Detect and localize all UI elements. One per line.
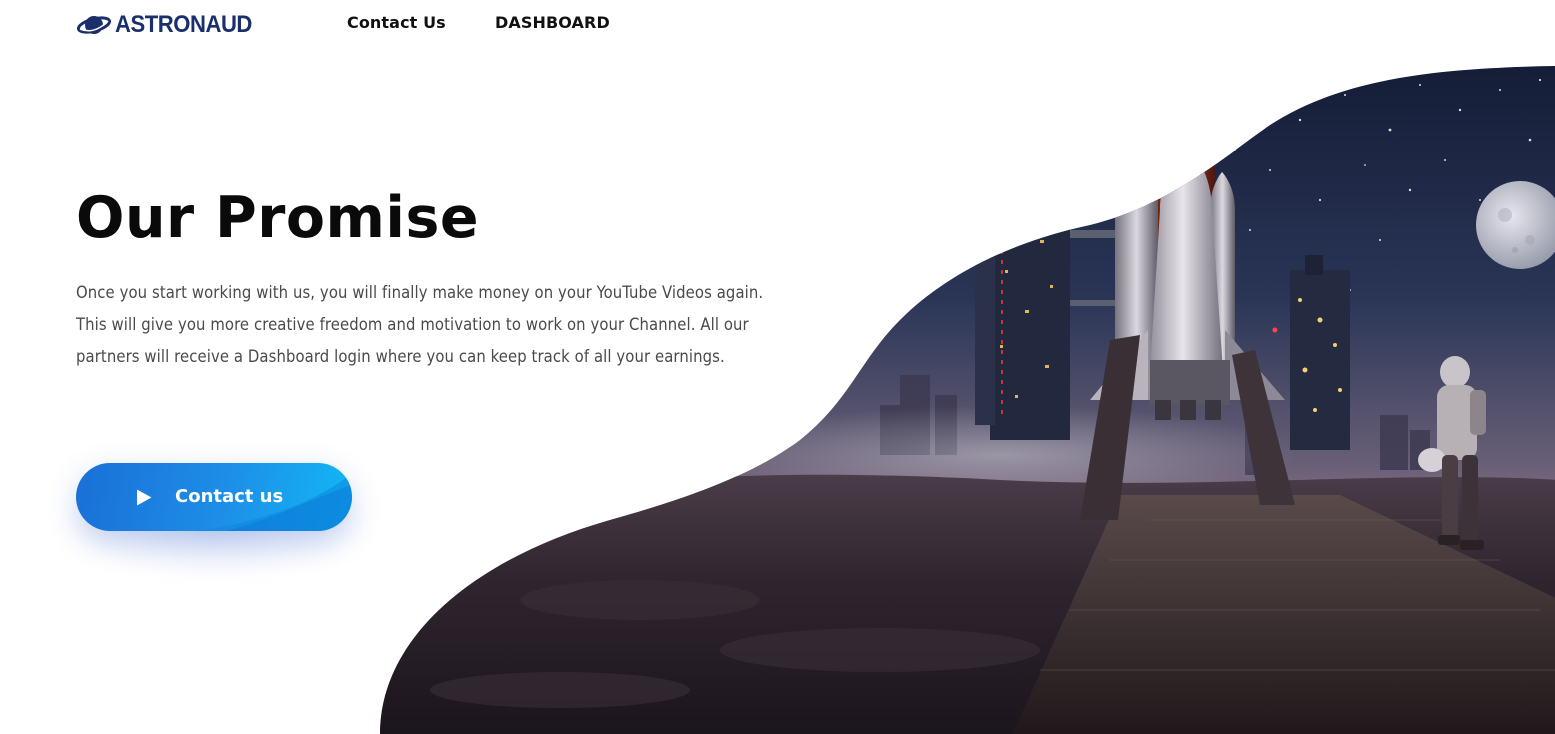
page: ASTRONAUD Contact Us DASHBOARD Our Promi… — [0, 0, 1555, 734]
brand-logo[interactable]: ASTRONAUD — [77, 10, 264, 40]
nav-contact-us[interactable]: Contact Us — [347, 13, 446, 32]
brand-logo-text: ASTRONAUD — [115, 11, 252, 38]
nav-dashboard[interactable]: DASHBOARD — [495, 13, 610, 32]
page-title: Our Promise — [76, 185, 480, 251]
contact-us-button-label: Contact us — [175, 486, 284, 507]
contact-us-button[interactable]: Contact us — [76, 463, 352, 531]
hero-description: Once you start working with us, you will… — [76, 283, 764, 366]
play-icon — [137, 489, 152, 506]
planet-ring-icon — [77, 16, 112, 34]
